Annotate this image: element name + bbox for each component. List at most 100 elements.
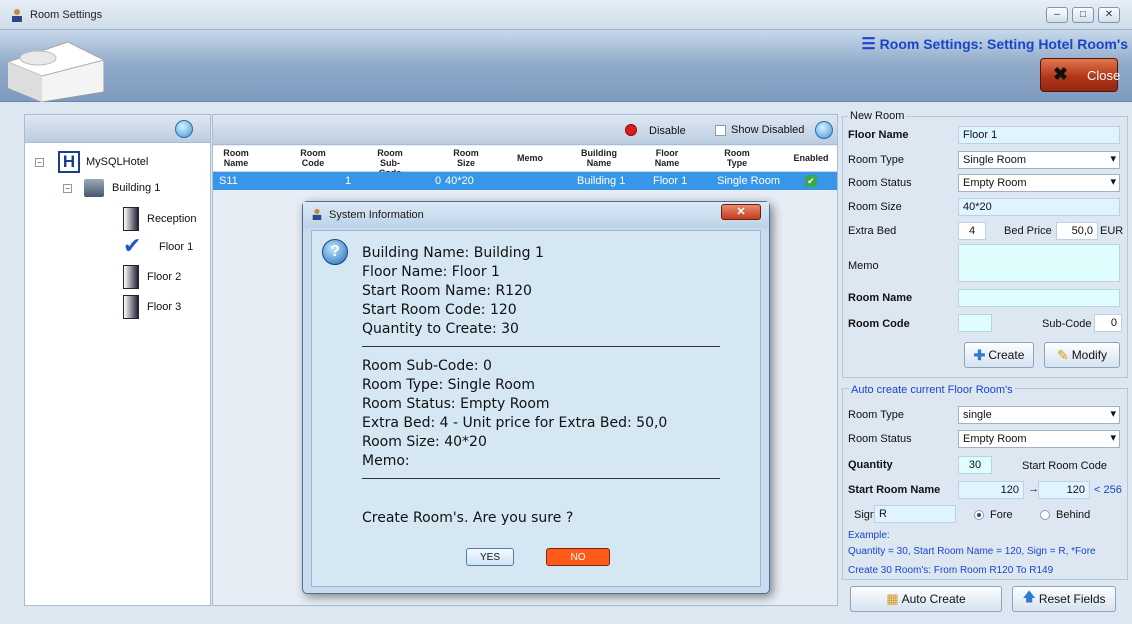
maximize-button[interactable]: □	[1072, 7, 1094, 23]
question-icon: ?	[322, 239, 348, 265]
bed-price-label: Bed Price	[1004, 225, 1052, 237]
start-room-name-field[interactable]: 120	[958, 481, 1024, 499]
auto-room-status-label: Room Status	[848, 433, 912, 445]
quantity-label: Quantity	[848, 459, 893, 471]
extra-bed-field[interactable]: 4	[958, 222, 986, 240]
info-room-type: Room Type: Single Room	[362, 377, 535, 393]
disable-button[interactable]: Disable	[649, 125, 686, 137]
create-button[interactable]: ✚ Create	[964, 342, 1034, 368]
hotel-icon: H	[58, 151, 80, 173]
behind-radio[interactable]	[1040, 510, 1050, 520]
col-room-size[interactable]: Room Size	[451, 148, 481, 168]
auto-create-button[interactable]: ▦ Auto Create	[850, 586, 1002, 612]
window-close-button[interactable]: ✕	[1098, 7, 1120, 23]
memo-label: Memo	[848, 260, 879, 272]
building-icon	[84, 179, 104, 197]
reset-fields-button[interactable]: 🡅 Reset Fields	[1012, 586, 1116, 612]
info-room-size: Room Size: 40*20	[362, 434, 487, 450]
memo-field[interactable]	[958, 244, 1120, 282]
example-line-1: Quantity = 30, Start Room Name = 120, Si…	[848, 546, 1096, 557]
col-room-name[interactable]: Room Name	[219, 148, 253, 168]
fore-radio[interactable]	[974, 510, 984, 520]
auto-create-icon: ▦	[886, 591, 899, 606]
auto-create-legend: Auto create current Floor Room's	[849, 384, 1015, 396]
room-code-field[interactable]	[958, 314, 992, 332]
window-titlebar: Room Settings – □ ✕	[0, 0, 1132, 30]
up-arrow-icon: 🡅	[1022, 589, 1036, 604]
col-memo[interactable]: Memo	[515, 153, 545, 163]
tree-refresh-icon[interactable]	[175, 120, 193, 138]
room-status-label: Room Status	[848, 177, 912, 189]
divider	[362, 478, 720, 479]
new-room-panel: New Room Floor Name Floor 1 Room Type Si…	[840, 102, 1132, 624]
divider	[362, 346, 720, 347]
info-building: Building Name: Building 1	[362, 245, 544, 261]
info-start-room-code: Start Room Code: 120	[362, 302, 517, 318]
quantity-field[interactable]: 30	[958, 456, 992, 474]
room-name-field[interactable]	[958, 289, 1120, 307]
info-sub-code: Room Sub-Code: 0	[362, 358, 492, 374]
yes-button[interactable]: YES	[466, 548, 514, 566]
sub-code-field[interactable]: 0	[1094, 314, 1122, 332]
close-button[interactable]: ✖ Close	[1040, 58, 1120, 92]
checkmark-icon: ✔	[123, 233, 142, 258]
dialog-titlebar: System Information ✕	[303, 202, 769, 228]
tree-floor-reception[interactable]: Reception	[123, 207, 197, 231]
show-disabled-checkbox[interactable]	[715, 125, 726, 136]
room-size-field[interactable]: 40*20	[958, 198, 1120, 216]
col-floor-name[interactable]: Floor Name	[651, 148, 683, 168]
disable-icon[interactable]	[625, 124, 637, 136]
table-row[interactable]: S11 1 0 40*20 Building 1 Floor 1 Single …	[213, 172, 837, 190]
info-memo: Memo:	[362, 453, 410, 469]
room-status-select[interactable]: Empty Room	[958, 174, 1120, 192]
dialog-body: ? Building Name: Building 1 Floor Name: …	[311, 230, 761, 587]
tree-building[interactable]: − Building 1	[63, 179, 160, 197]
dialog-close-button[interactable]: ✕	[721, 204, 761, 220]
grid-header: Room Name Room Code Room Sub-Code Room S…	[213, 146, 837, 178]
auto-room-status-select[interactable]: Empty Room	[958, 430, 1120, 448]
door-icon	[123, 207, 139, 231]
room-type-label: Room Type	[848, 154, 905, 166]
system-information-dialog: System Information ✕ ? Building Name: Bu…	[302, 201, 770, 594]
sign-label: Sign	[854, 509, 877, 521]
currency-label: EUR	[1100, 225, 1124, 237]
enabled-check-icon: ✔	[805, 175, 817, 187]
collapse-icon[interactable]: −	[35, 157, 44, 167]
collapse-icon[interactable]: −	[63, 183, 72, 193]
info-floor: Floor Name: Floor 1	[362, 264, 500, 280]
grid-refresh-icon[interactable]	[815, 121, 833, 139]
col-room-type[interactable]: Room Type	[721, 148, 753, 168]
auto-room-type-select[interactable]: single	[958, 406, 1120, 424]
tree-floor-1[interactable]: ✔ Floor 1	[123, 233, 193, 258]
modify-button[interactable]: ✎ Modify	[1044, 342, 1120, 368]
sub-code-label: Sub-Code	[1042, 318, 1092, 330]
start-room-code-field[interactable]: 120	[1038, 481, 1090, 499]
col-room-code[interactable]: Room Code	[295, 148, 331, 168]
tree-floor-3[interactable]: Floor 3	[123, 295, 181, 319]
bed-price-field[interactable]: 50,0	[1056, 222, 1098, 240]
app-icon	[12, 9, 22, 22]
close-icon: ✖	[1053, 64, 1069, 84]
no-button[interactable]: NO	[546, 548, 610, 566]
building-tree-panel: − H MySQLHotel − Building 1 Reception ✔ …	[24, 114, 211, 606]
sign-field[interactable]: R	[874, 505, 956, 523]
window-title: Room Settings	[30, 9, 103, 21]
tree-floor-2[interactable]: Floor 2	[123, 265, 181, 289]
bed-icon	[8, 41, 104, 102]
col-building-name[interactable]: Building Name	[577, 148, 621, 168]
new-room-legend: New Room	[848, 110, 907, 122]
floor-name-field[interactable]: Floor 1	[958, 126, 1120, 144]
floor-name-label: Floor Name	[848, 129, 909, 141]
tree-root[interactable]: − H MySQLHotel	[35, 151, 148, 173]
pencil-icon: ✎	[1056, 346, 1069, 363]
example-line-2: Create 30 Room's: From Room R120 To R149	[848, 565, 1054, 576]
door-icon	[123, 295, 139, 319]
start-room-name-label: Start Room Name	[848, 484, 941, 496]
extra-bed-label: Extra Bed	[848, 225, 897, 237]
header-banner: ☰ Room Settings: Setting Hotel Room's ✖ …	[0, 30, 1132, 102]
room-type-select[interactable]: Single Room	[958, 151, 1120, 169]
minimize-button[interactable]: –	[1046, 7, 1068, 23]
show-disabled-label: Show Disabled	[731, 124, 805, 136]
dialog-title: System Information	[329, 209, 424, 221]
col-enabled[interactable]: Enabled	[791, 153, 831, 163]
